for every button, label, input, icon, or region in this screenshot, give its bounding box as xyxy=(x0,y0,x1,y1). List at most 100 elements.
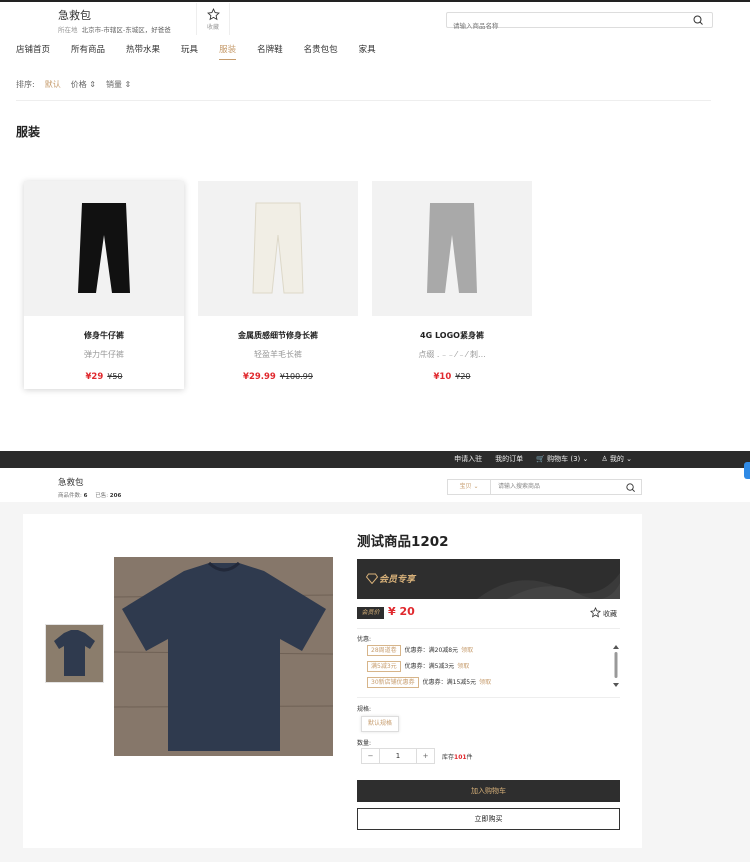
quantity-stepper: − 1 + xyxy=(361,748,435,764)
pants-icon xyxy=(252,202,304,293)
coupon-row: 30新店铺优惠券 优惠券：满15减5元 领取 xyxy=(367,677,491,688)
pants-icon xyxy=(427,202,477,293)
category-nav: 店铺首页 所有商品 热带水果 玩具 服装 名牌鞋 名贵包包 家具 xyxy=(16,43,397,60)
product-image[interactable] xyxy=(198,181,358,316)
apply-link[interactable]: 申请入驻 xyxy=(454,454,482,464)
add-to-cart-button[interactable]: 加入购物车 xyxy=(357,780,620,802)
shop-stats: 商品件数: 6 已售: 206 xyxy=(58,493,122,499)
price-now: ¥29 xyxy=(85,372,104,382)
buy-now-button[interactable]: 立即购买 xyxy=(357,808,620,830)
product-card[interactable]: 修身牛仔裤 弹力牛仔裤 ¥29 ¥50 xyxy=(24,181,184,389)
increase-button[interactable]: + xyxy=(417,749,434,763)
stock-info: 库存101件 xyxy=(442,754,473,761)
discount-label: 优惠: xyxy=(357,636,372,643)
product-name[interactable]: 金属质感细节修身长裤 xyxy=(198,330,358,341)
sort-price[interactable]: 价格 ⇕ xyxy=(71,79,96,90)
sort-label: 排序: xyxy=(16,80,35,89)
star-icon xyxy=(206,8,220,21)
coupon-tag: 30新店铺优惠券 xyxy=(367,677,419,688)
search-box xyxy=(446,12,713,33)
diamond-icon xyxy=(366,573,378,584)
product-image[interactable] xyxy=(24,181,184,316)
top-bar: 申请入驻 我的订单 🛒 购物车 (3) ⌄ ♙ 我的 ⌄ xyxy=(0,451,750,468)
favorite-product-button[interactable]: 收藏 xyxy=(589,606,617,619)
divider xyxy=(357,697,620,698)
top-border xyxy=(0,0,750,2)
spec-option[interactable]: 默认规格 xyxy=(361,716,399,732)
product-card[interactable]: 4G LOGO紧身裤 点缀 . ₋ ₋ ⁄ ₋ ⁄ 刺... ¥10 ¥20 xyxy=(372,181,532,389)
sort-sales[interactable]: 销量 ⇕ xyxy=(106,79,131,90)
member-price: ¥ 20 xyxy=(388,605,415,618)
location-label: 所在地 xyxy=(58,26,78,34)
orders-link[interactable]: 我的订单 xyxy=(495,454,523,464)
product-thumbnail[interactable] xyxy=(45,624,104,683)
nav-item-fruit[interactable]: 热带水果 xyxy=(126,43,160,60)
sort-bar: 排序: 默认 价格 ⇕ 销量 ⇕ xyxy=(16,79,131,90)
product-subtitle: 点缀 . ₋ ₋ ⁄ ₋ ⁄ 刺... xyxy=(418,350,486,359)
product-image[interactable] xyxy=(372,181,532,316)
user-icon: ♙ xyxy=(601,455,608,463)
chevron-down-icon: ⌄ xyxy=(626,455,632,463)
nav-item-furniture[interactable]: 家具 xyxy=(359,43,376,60)
product-title: 测试商品1202 xyxy=(357,534,449,550)
search-input-2[interactable]: 请输入搜索商品 xyxy=(498,480,540,494)
star-icon xyxy=(589,606,602,618)
product-name[interactable]: 修身牛仔裤 xyxy=(24,330,184,341)
sort-default[interactable]: 默认 xyxy=(45,79,61,90)
product-price: ¥29.99 ¥100.99 xyxy=(198,372,358,382)
divider xyxy=(357,628,620,629)
shop-name-2[interactable]: 急救包 xyxy=(58,476,84,488)
category-title: 服装 xyxy=(16,125,41,139)
product-subtitle: 弹力牛仔裤 xyxy=(84,350,124,359)
vip-banner: 会员专享 xyxy=(357,559,620,599)
member-price-badge: 会员价 xyxy=(357,607,384,619)
product-price: ¥10 ¥20 xyxy=(372,372,532,382)
shop-location: 所在地 北京市-市辖区-东城区，好爸爸 xyxy=(58,24,171,34)
price-original: ¥20 xyxy=(455,372,471,381)
coupon-tag: 满5减3元 xyxy=(367,661,401,672)
price-original: ¥100.99 xyxy=(279,372,313,381)
cart-icon: 🛒 xyxy=(536,455,545,463)
coupon-scrollbar[interactable] xyxy=(613,645,619,687)
search-icon[interactable] xyxy=(692,14,704,26)
product-card[interactable]: 金属质感细节修身长裤 轻盈羊毛长裤 ¥29.99 ¥100.99 xyxy=(198,181,358,389)
search-input[interactable] xyxy=(447,19,677,33)
product-name[interactable]: 4G LOGO紧身裤 xyxy=(372,330,532,341)
chevron-down-icon: ⌄ xyxy=(582,455,589,463)
claim-coupon-button[interactable]: 领取 xyxy=(461,647,473,654)
pants-icon xyxy=(78,202,130,293)
divider xyxy=(16,100,711,101)
decrease-button[interactable]: − xyxy=(362,749,379,763)
claim-coupon-button[interactable]: 领取 xyxy=(479,679,491,686)
tshirt-thumbnail-image xyxy=(46,625,103,682)
nav-item-bags[interactable]: 名贵包包 xyxy=(304,43,338,60)
account-link[interactable]: ♙ 我的 ⌄ xyxy=(601,454,632,464)
location-value: 北京市-市辖区-东城区，好爸爸 xyxy=(81,26,171,34)
search-scope-select[interactable]: 宝贝 ⌄ xyxy=(448,480,491,494)
coupon-tag: 28周道卷 xyxy=(367,645,401,656)
search-icon[interactable] xyxy=(625,482,636,493)
product-subtitle: 轻盈羊毛长裤 xyxy=(254,350,302,359)
product-price: ¥29 ¥50 xyxy=(24,372,184,382)
claim-coupon-button[interactable]: 领取 xyxy=(457,663,469,670)
cart-link[interactable]: 🛒 购物车 (3) ⌄ xyxy=(536,454,588,464)
price-original: ¥50 xyxy=(107,372,123,381)
favorite-shop-button[interactable]: 收藏 xyxy=(196,3,230,35)
quantity-label: 数量: xyxy=(357,740,372,747)
coupon-row: 28周道卷 优惠券：满20减8元 领取 xyxy=(367,645,473,656)
shop-name[interactable]: 急救包 xyxy=(58,7,91,23)
nav-item-clothing[interactable]: 服装 xyxy=(219,43,237,60)
favorite-label: 收藏 xyxy=(206,24,219,31)
coupon-row: 满5减3元 优惠券：满5减3元 领取 xyxy=(367,661,469,672)
search-box-2: 宝贝 ⌄ 请输入搜索商品 xyxy=(447,479,642,495)
nav-item-home[interactable]: 店铺首页 xyxy=(16,43,50,60)
side-tab[interactable] xyxy=(744,462,750,479)
product-main-image[interactable] xyxy=(113,557,334,756)
tshirt-image xyxy=(113,557,334,756)
nav-item-shoes[interactable]: 名牌鞋 xyxy=(257,43,283,60)
quantity-input[interactable]: 1 xyxy=(379,749,417,763)
vip-label: 会员专享 xyxy=(379,575,416,585)
price-now: ¥10 xyxy=(433,372,452,382)
nav-item-toys[interactable]: 玩具 xyxy=(181,43,198,60)
nav-item-all[interactable]: 所有商品 xyxy=(71,43,105,60)
